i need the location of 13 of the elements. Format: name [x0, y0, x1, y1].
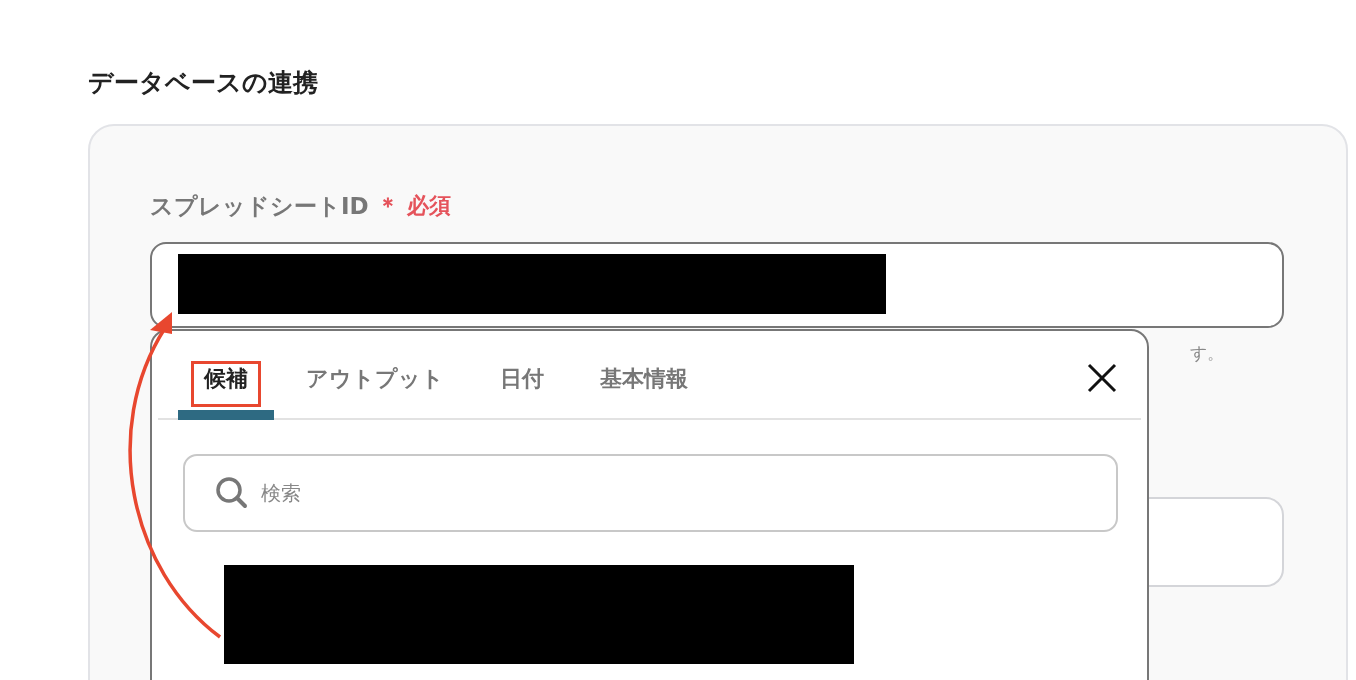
close-icon[interactable] [1085, 361, 1119, 395]
search-icon [215, 476, 249, 510]
field-label: スプレッドシートID [150, 191, 369, 221]
search-field[interactable]: 検索 [183, 454, 1118, 532]
required-text: 必須 [406, 192, 451, 220]
popup-tab[interactable]: アウトプット [282, 348, 468, 420]
required-mark: ＊ [376, 192, 399, 220]
help-text: す。 [1190, 342, 1224, 365]
popup-tab[interactable]: 基本情報 [576, 348, 712, 420]
spreadsheet-id-field[interactable] [150, 242, 1284, 328]
popup-tab[interactable]: 日付 [476, 348, 568, 420]
section-title: データベースの連携 [88, 67, 319, 99]
popup-tab[interactable]: 候補 [178, 348, 274, 420]
